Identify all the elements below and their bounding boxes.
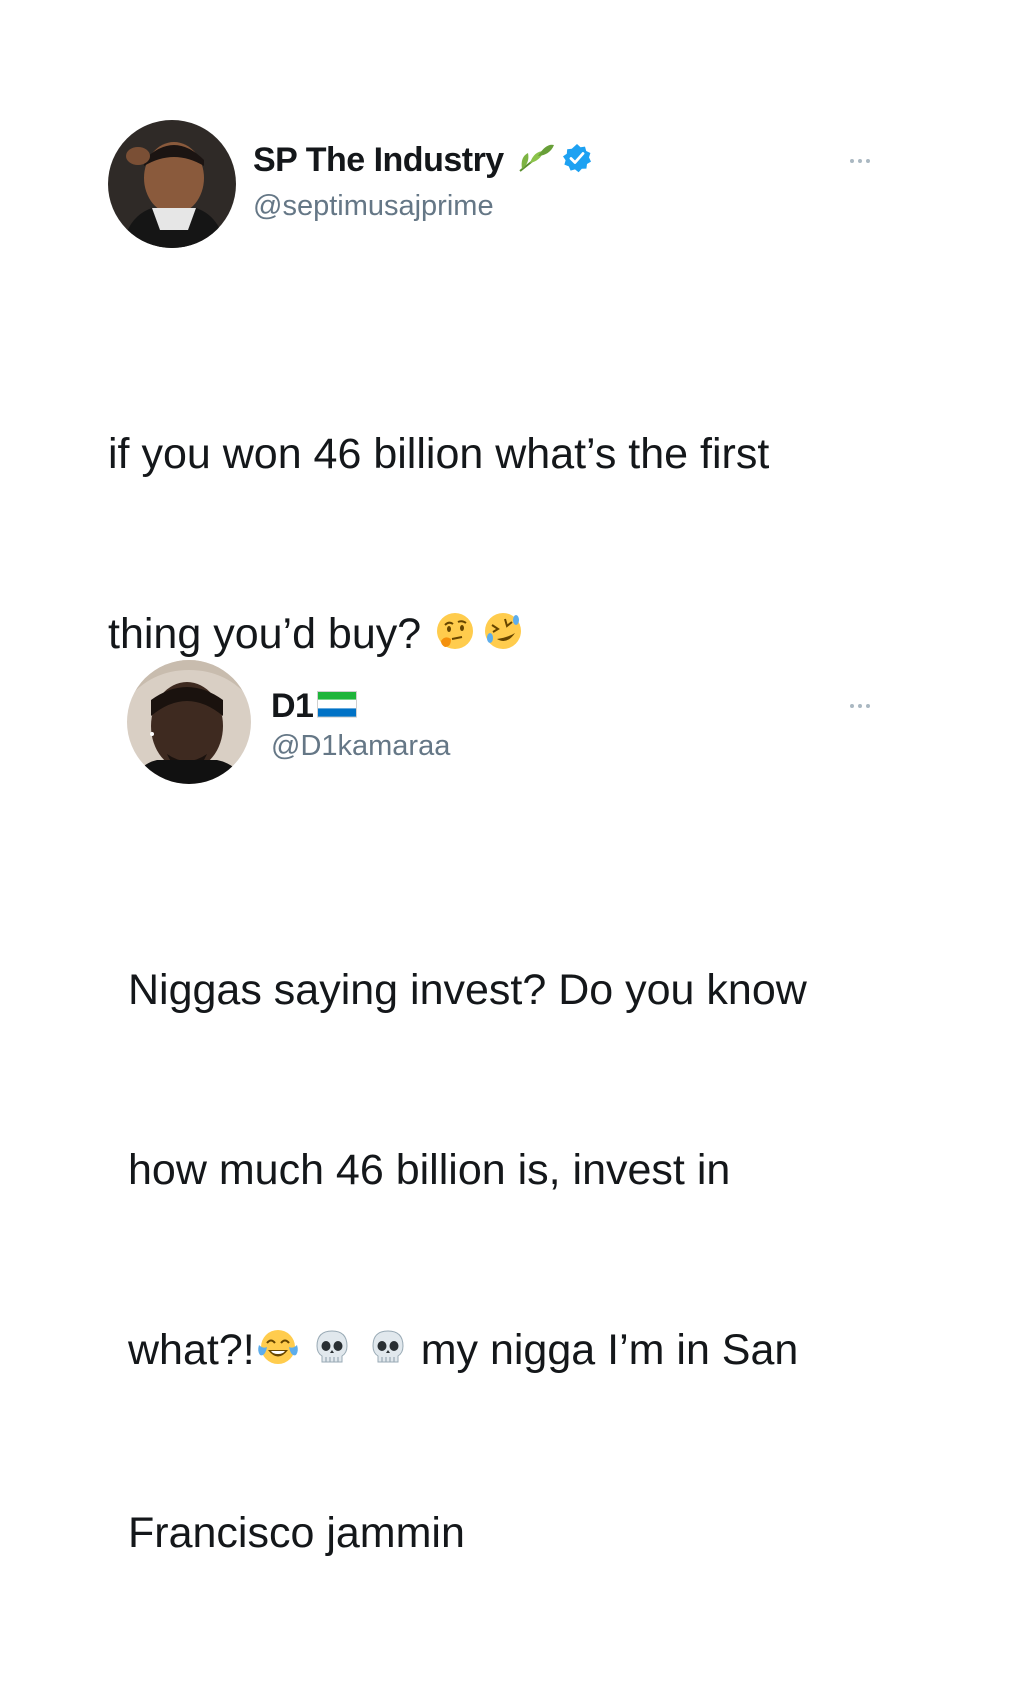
name-row: SP The Industry xyxy=(253,138,592,182)
text-line-with-emojis: thing you’d buy? xyxy=(108,604,908,667)
display-name[interactable]: D1 xyxy=(271,687,314,726)
rolling-on-floor-laughing-icon xyxy=(483,607,523,667)
more-options-icon[interactable] xyxy=(850,704,870,708)
skull-icon xyxy=(371,1323,405,1383)
verified-badge-icon xyxy=(562,143,592,178)
avatar[interactable] xyxy=(108,120,236,248)
sierra-leone-flag-icon xyxy=(317,689,358,724)
avatar[interactable] xyxy=(127,660,251,784)
thinking-face-icon xyxy=(435,607,475,667)
text-line: if you won 46 billion what’s the first xyxy=(108,430,770,478)
text-line-with-emojis: what?! my nigga I’m in San xyxy=(128,1320,908,1383)
name-row: D1 xyxy=(271,686,358,726)
text-line: how much 46 billion is, invest in xyxy=(128,1146,731,1194)
face-with-tears-of-joy-icon xyxy=(257,1323,299,1383)
text-line: what?! xyxy=(128,1326,255,1374)
herb-icon xyxy=(516,141,556,180)
handle[interactable]: @septimusajprime xyxy=(253,190,494,223)
avatar-photo xyxy=(127,660,251,784)
more-options-icon[interactable] xyxy=(850,159,870,163)
text-line: Francisco jammin xyxy=(128,1508,465,1557)
avatar-photo xyxy=(108,120,236,248)
text-line: my nigga I’m in San xyxy=(420,1326,799,1374)
text-line: thing you’d buy? xyxy=(108,610,422,658)
display-name[interactable]: SP The Industry xyxy=(253,141,504,180)
skull-icon xyxy=(315,1323,349,1383)
handle[interactable]: @D1kamaraa xyxy=(271,730,450,763)
tweet-text: Niggas saying invest? Do you know how mu… xyxy=(128,840,908,1683)
text-line: Niggas saying invest? Do you know xyxy=(128,966,807,1014)
